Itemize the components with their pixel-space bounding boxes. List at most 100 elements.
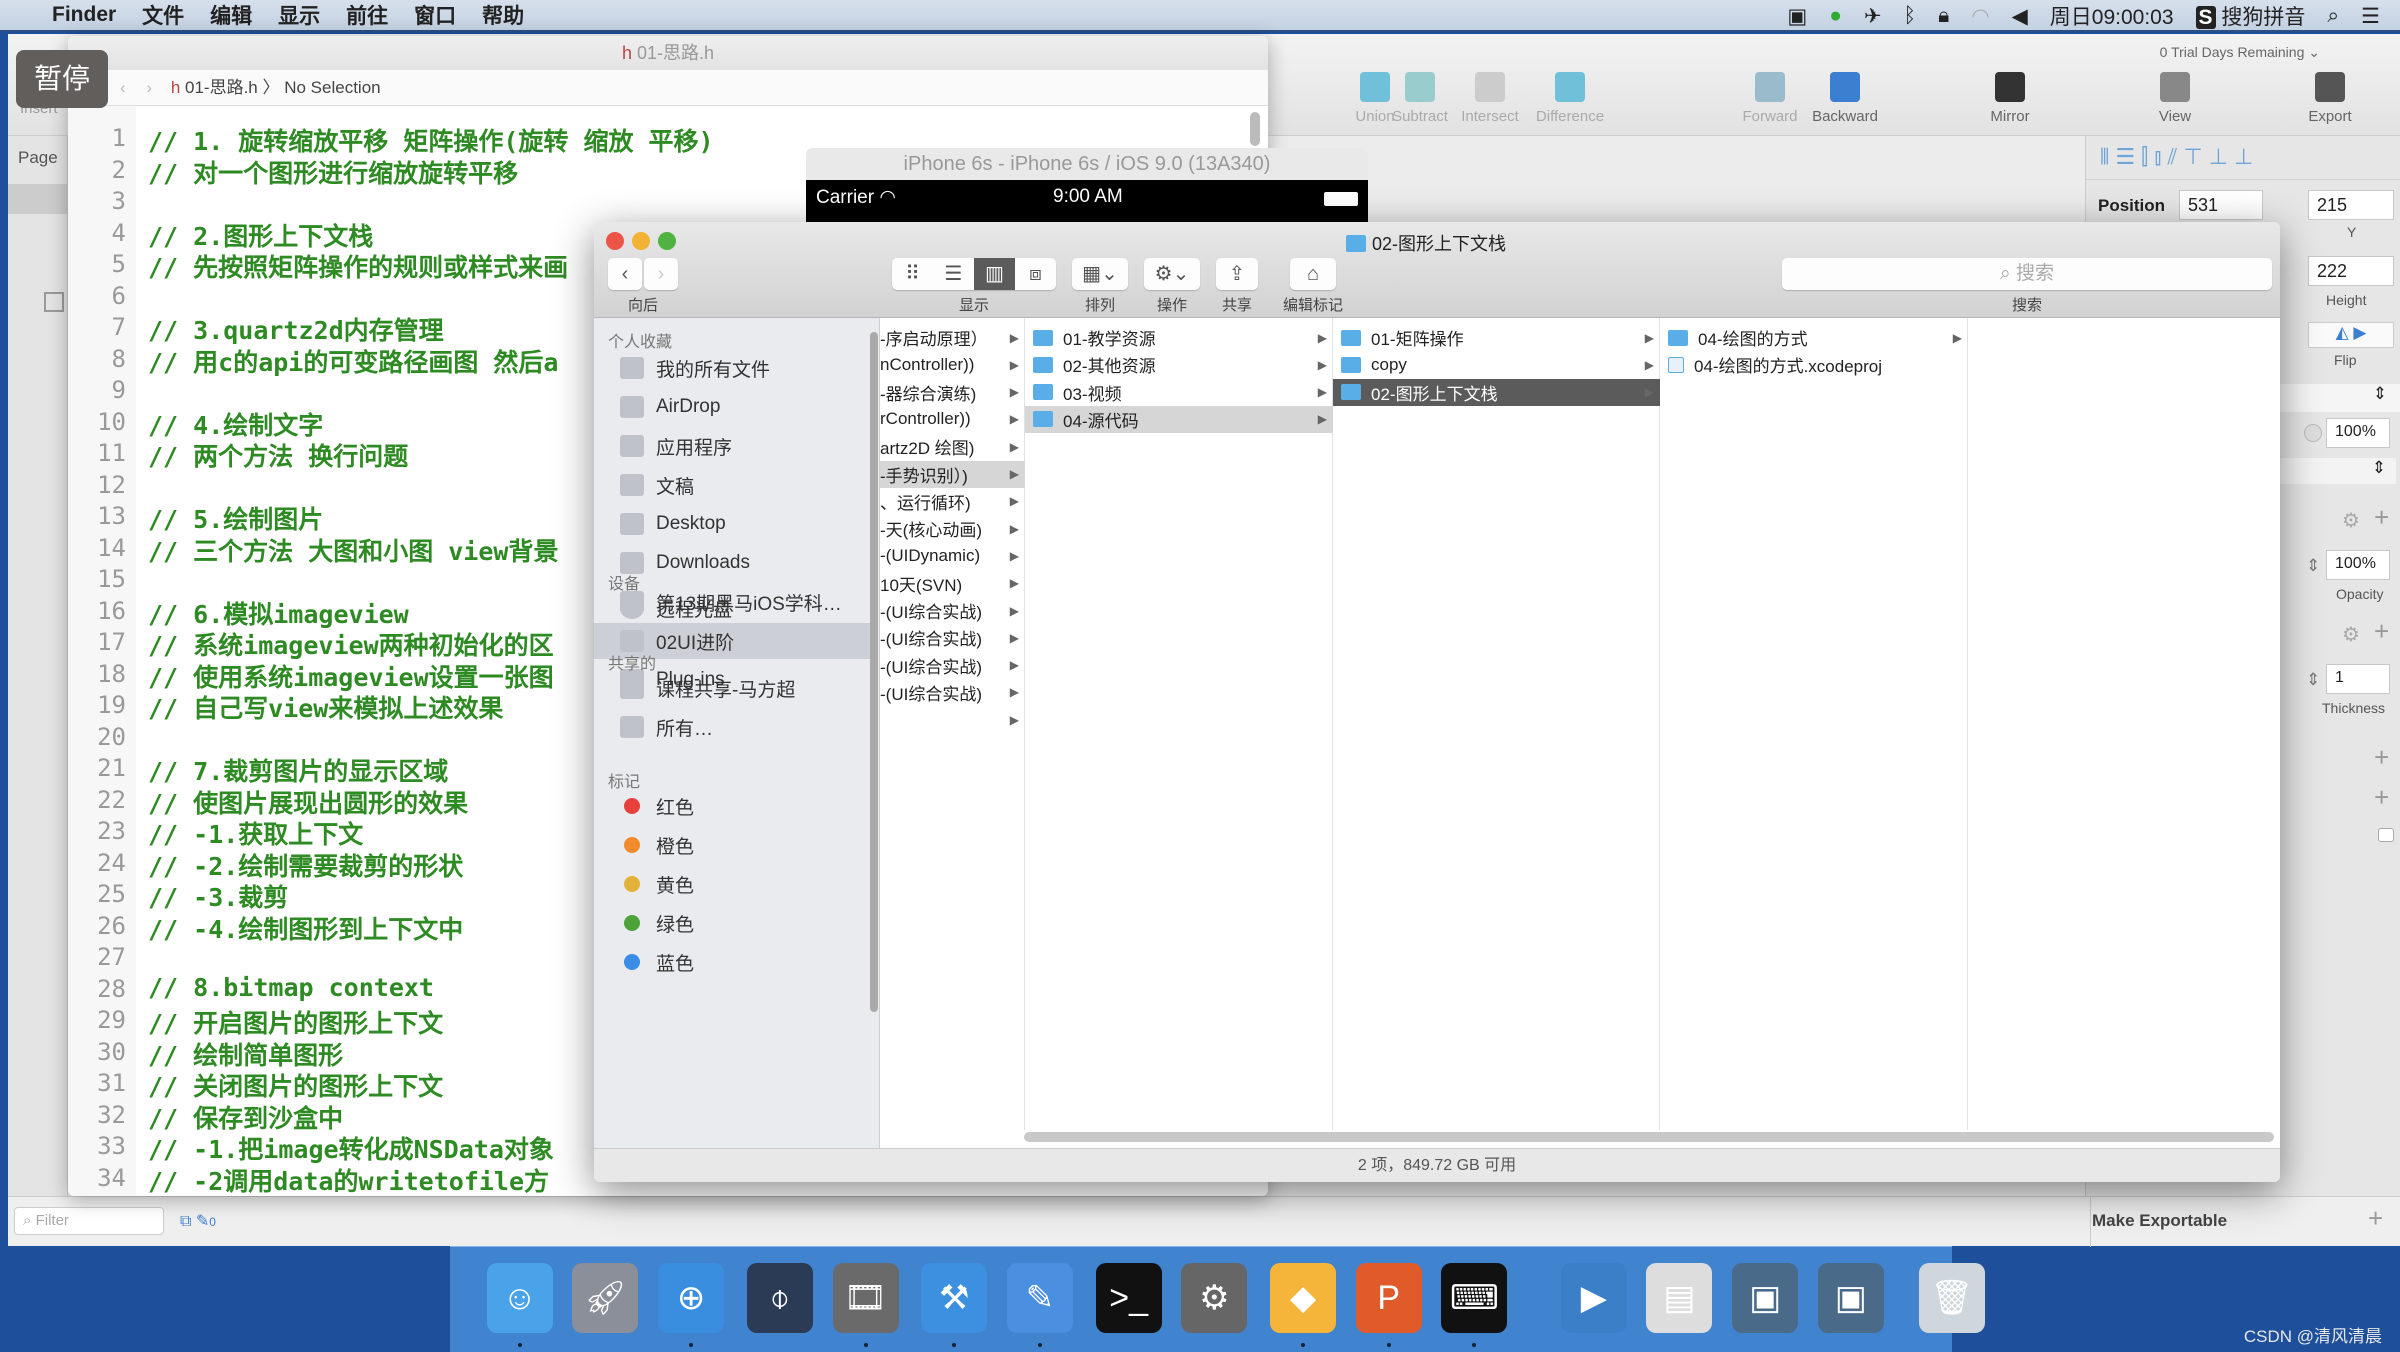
dock-icon-sketch[interactable]: ◆ xyxy=(1270,1263,1337,1333)
wifi-icon[interactable]: ◠ xyxy=(1971,4,1989,29)
menu-item[interactable]: 文件 xyxy=(142,0,184,30)
toolbar-view-button[interactable]: View xyxy=(2135,72,2215,125)
menu-item[interactable]: 窗口 xyxy=(414,0,456,30)
column-item[interactable]: -器综合演练) ▶ xyxy=(880,379,1025,406)
sidebar-tag[interactable]: 橙色 xyxy=(594,827,870,863)
border-settings-icon[interactable]: ⚙ xyxy=(2342,622,2360,647)
blur-checkbox[interactable] xyxy=(2378,828,2394,842)
column-item[interactable]: artz2D 绘图) ▶ xyxy=(880,433,1025,460)
view-mode-segmented[interactable]: ⠿ ☰ ▥ ⧈ xyxy=(892,258,1056,290)
layer-filter-icons[interactable]: ⧉ ✎0 xyxy=(180,1211,216,1231)
dock-icon-trash[interactable]: 🗑︎ xyxy=(1918,1263,1985,1333)
column-item[interactable]: copy ▶ xyxy=(1333,351,1660,378)
column-item[interactable]: -(UIDynamic) ▶ xyxy=(880,542,1025,569)
sidebar-item[interactable]: Desktop xyxy=(594,506,870,542)
add-inner-shadow-button[interactable]: + xyxy=(2374,782,2389,813)
screen-record-icon[interactable]: ▣ xyxy=(1787,4,1807,29)
column-item[interactable]: ▶ xyxy=(880,706,1025,733)
column-item[interactable]: 10天(SVN) ▶ xyxy=(880,570,1025,597)
sidebar-item[interactable]: AirDrop xyxy=(594,389,870,425)
dock-icon-terminal[interactable]: >_ xyxy=(1095,1263,1162,1333)
notification-center-icon[interactable]: ☰ xyxy=(2361,4,2380,29)
dock-icon-system-preferences[interactable]: ⚙ xyxy=(1181,1263,1248,1333)
sidebar-scrollbar[interactable] xyxy=(870,332,878,1012)
align-toolbar[interactable]: ⫴ ☰ ⫿ ⫾ ⫽ ⊤ ⊥ ⊥ xyxy=(2086,136,2400,180)
pause-overlay-button[interactable]: 暂停 xyxy=(16,50,108,108)
sidebar-item[interactable]: 应用程序 xyxy=(594,428,870,464)
menu-item[interactable]: 显示 xyxy=(278,0,320,30)
dock-icon-xcode[interactable]: ⚒ xyxy=(921,1263,988,1333)
toolbar-backward-button[interactable]: Backward xyxy=(1805,72,1885,125)
sidebar-item[interactable]: 课程共享-马方超 xyxy=(594,670,870,706)
column-item[interactable]: -(UI综合实战) ▶ xyxy=(880,624,1025,651)
cover-flow-icon[interactable]: ⧈ xyxy=(1015,258,1056,290)
column-item[interactable]: rController)) ▶ xyxy=(880,406,1025,433)
edit-tags-button[interactable]: ⌂ xyxy=(1290,258,1336,290)
lock-icon[interactable]: 🔒︎ xyxy=(1938,4,1949,28)
fill-opacity-field[interactable]: 100% xyxy=(2326,550,2390,580)
column-item[interactable]: -序启动原理） ▶ xyxy=(880,324,1025,351)
column-item[interactable]: 01-矩阵操作 ▶ xyxy=(1333,324,1660,351)
toolbar-mirror-button[interactable]: Mirror xyxy=(1970,72,2050,125)
trial-days-dropdown[interactable]: 0 Trial Days Remaining ⌄ xyxy=(2160,44,2320,61)
minimize-button[interactable] xyxy=(632,232,650,250)
dock-icon-safari[interactable]: ⊕ xyxy=(658,1263,725,1333)
fill-type-select[interactable]: ⇕ xyxy=(2306,556,2320,576)
dock-icon-preview[interactable]: ▤ xyxy=(1646,1263,1713,1333)
dock-icon-photo-slideshow[interactable]: 🎞︎ xyxy=(832,1263,899,1333)
position-x-field[interactable]: 531 xyxy=(2179,190,2263,220)
column-item[interactable]: 04-绘图的方式.xcodeproj xyxy=(1660,351,1968,378)
input-method[interactable]: S 搜狗拼音 xyxy=(2195,1,2305,31)
nav-forward-button[interactable]: › xyxy=(146,78,152,97)
back-button[interactable]: ‹ xyxy=(608,258,642,290)
add-border-button[interactable]: + xyxy=(2374,616,2389,647)
toolbar-export-button[interactable]: Export xyxy=(2290,72,2370,125)
horizontal-scrollbar[interactable] xyxy=(1024,1132,2274,1142)
column-item[interactable]: 01-教学资源 ▶ xyxy=(1025,324,1333,351)
sidebar-tag[interactable]: 蓝色 xyxy=(594,944,870,980)
height-field[interactable]: 222 xyxy=(2308,256,2394,286)
dock-icon-console[interactable]: ⌨ xyxy=(1441,1263,1508,1333)
rectangle-layer-icon[interactable] xyxy=(44,292,64,312)
nav-back-button[interactable]: ‹ xyxy=(120,78,126,97)
status-app-icon[interactable]: ● xyxy=(1829,4,1842,28)
list-view-icon[interactable]: ☰ xyxy=(933,258,974,290)
column-item[interactable]: 03-视频 ▶ xyxy=(1025,379,1333,406)
search-input[interactable]: ⌕ 搜索 xyxy=(1782,258,2272,290)
toolbar-subtract-button[interactable]: Subtract xyxy=(1380,72,1460,125)
thickness-field[interactable]: 1 xyxy=(2326,664,2390,694)
column-item[interactable]: -(UI综合实战) ▶ xyxy=(880,597,1025,624)
position-y-field[interactable]: 215 xyxy=(2308,190,2394,220)
add-shadow-button[interactable]: + xyxy=(2374,742,2389,773)
forward-button[interactable]: › xyxy=(644,258,678,290)
dock-icon-screen-sharing[interactable]: ▣ xyxy=(1732,1263,1799,1333)
dock-icon-launchpad[interactable]: 🚀︎ xyxy=(572,1263,639,1333)
column-item[interactable]: -天(核心动画) ▶ xyxy=(880,515,1025,542)
column-item[interactable]: 04-绘图的方式 ▶ xyxy=(1660,324,1968,351)
volume-icon[interactable]: ◀ xyxy=(2012,4,2028,29)
arrange-button[interactable]: ▦⌄ xyxy=(1072,258,1128,290)
column-item[interactable]: -手势识别）) ▶ xyxy=(880,460,1025,488)
dock-icon-instruments[interactable]: ✎ xyxy=(1006,1263,1073,1333)
icon-view-icon[interactable]: ⠿ xyxy=(892,258,933,290)
dock-icon-screen-sharing-2[interactable]: ▣ xyxy=(1817,1263,1884,1333)
menu-item[interactable]: 编辑 xyxy=(210,0,252,30)
spotlight-search-icon[interactable]: ⌕ xyxy=(2327,4,2339,28)
sidebar-tag[interactable]: 黄色 xyxy=(594,866,870,902)
flip-buttons[interactable]: ◭ ▶ xyxy=(2308,322,2394,348)
column-item[interactable]: nController)) ▶ xyxy=(880,351,1025,378)
toolbar-difference-button[interactable]: Difference xyxy=(1530,72,1610,125)
column-view-icon[interactable]: ▥ xyxy=(974,258,1015,290)
column-item[interactable]: 02-图形上下文栈 ▶ xyxy=(1333,378,1660,406)
toolbar-forward-button[interactable]: Forward xyxy=(1730,72,1810,125)
airplane-icon[interactable]: ✈ xyxy=(1864,4,1882,29)
dock-icon-quicktime[interactable]: ▶ xyxy=(1560,1263,1627,1333)
share-button[interactable]: ⇪ xyxy=(1216,258,1258,290)
dock-icon-mouse[interactable]: ⌽ xyxy=(746,1263,813,1333)
sidebar-tag[interactable]: 红色 xyxy=(594,788,870,824)
dock-icon-finder[interactable]: ☺ xyxy=(486,1263,553,1333)
border-position-select[interactable]: ⇕ xyxy=(2306,670,2320,690)
column-item[interactable]: -(UI综合实战) ▶ xyxy=(880,652,1025,679)
fill-settings-icon[interactable]: ⚙ xyxy=(2342,508,2360,533)
clock[interactable]: 周日09:00:03 xyxy=(2050,1,2174,31)
